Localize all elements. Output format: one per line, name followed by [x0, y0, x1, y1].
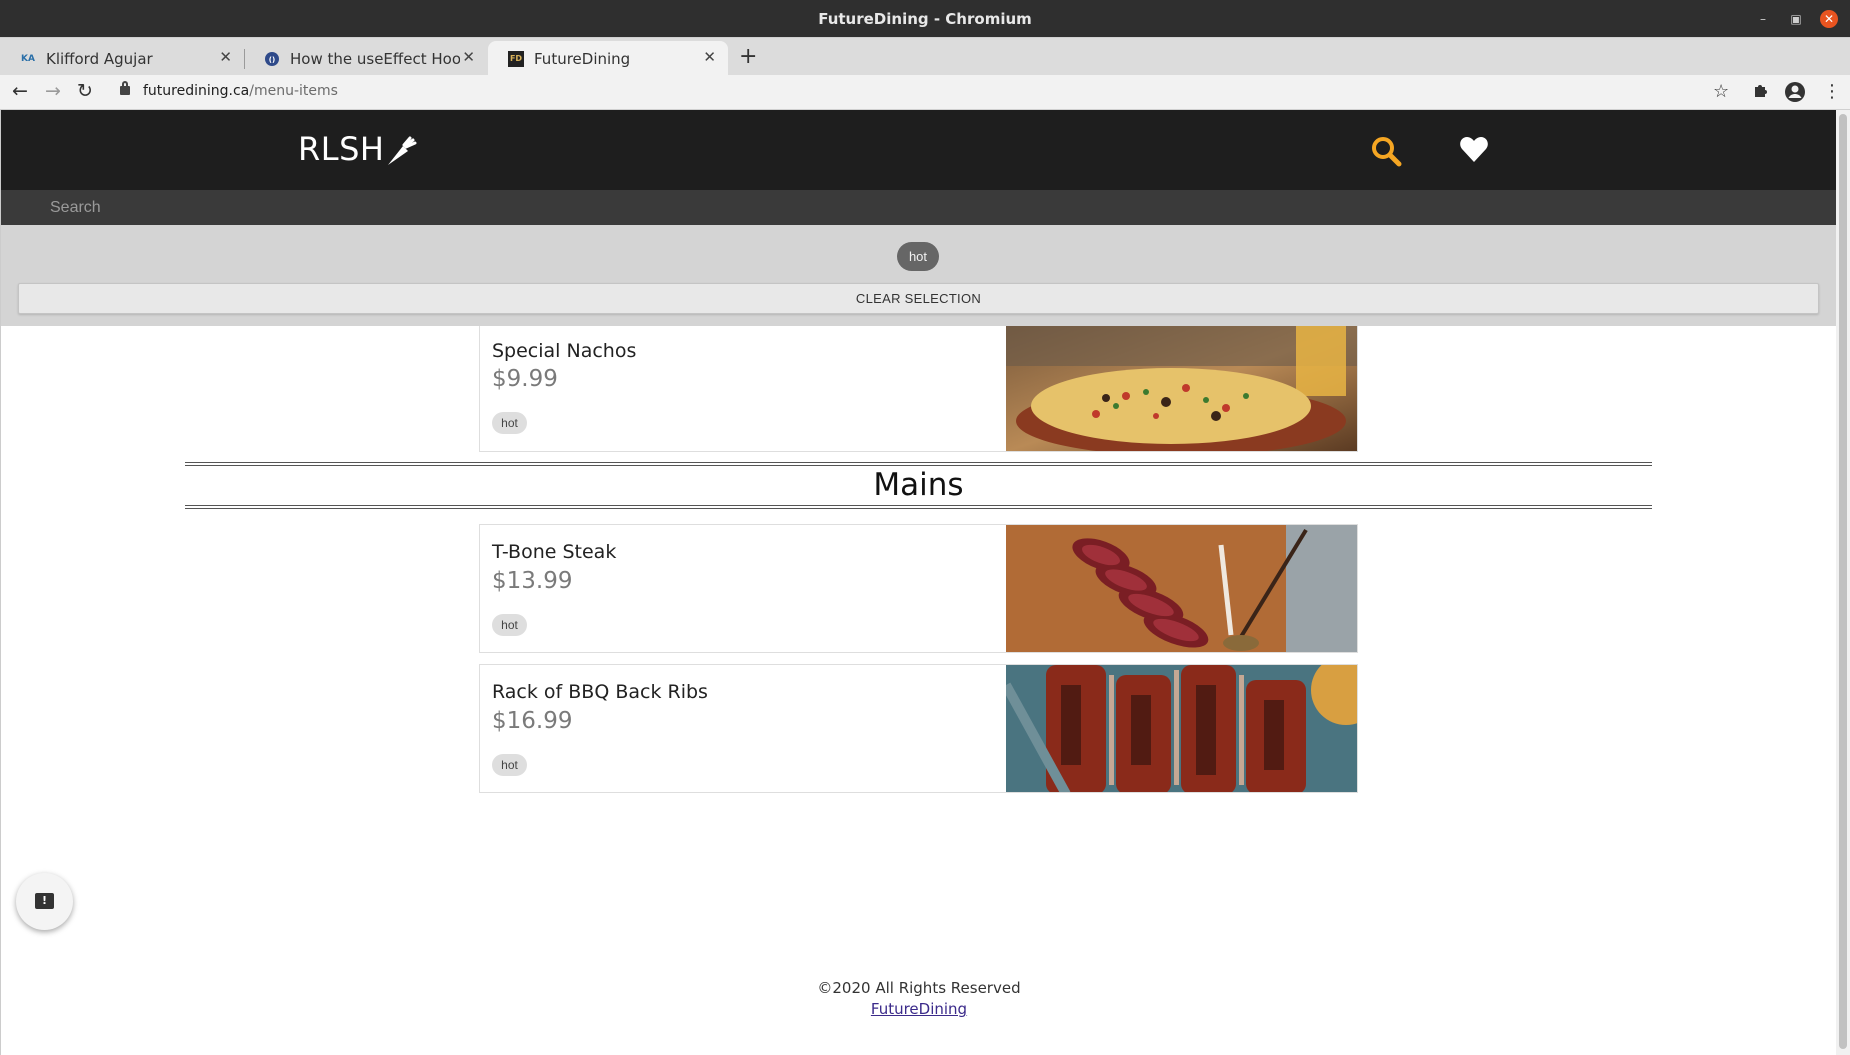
- menu-item-price: $16.99: [492, 708, 573, 734]
- tab-bar: KA Klifford Agujar ✕ () How the useEffec…: [0, 37, 1850, 76]
- menu-item-name: Rack of BBQ Back Ribs: [492, 681, 708, 703]
- bookmark-star-icon[interactable]: ☆: [1713, 81, 1729, 102]
- menu-kebab-icon[interactable]: ⋮: [1823, 81, 1841, 102]
- filter-chip-hot[interactable]: hot: [897, 242, 939, 271]
- site-header: RLSH: [1, 110, 1836, 190]
- search-input[interactable]: [37, 190, 1797, 225]
- footer: ©2020 All Rights Reserved FutureDining: [1, 979, 1836, 1018]
- search-icon[interactable]: [1370, 135, 1402, 167]
- ribs-photo: [1006, 665, 1357, 792]
- tab-label: How the useEffect Hook W: [290, 49, 460, 68]
- back-icon[interactable]: ←: [12, 80, 28, 102]
- freecodecamp-favicon-icon: (): [264, 51, 280, 67]
- search-bar: [1, 190, 1836, 225]
- feedback-button[interactable]: !: [16, 873, 73, 930]
- menu-item-price: $9.99: [492, 366, 558, 392]
- close-tab-icon[interactable]: ✕: [219, 48, 232, 66]
- close-window-icon[interactable]: ✕: [1820, 10, 1838, 28]
- menu-item-price: $13.99: [492, 568, 573, 594]
- minimize-icon[interactable]: –: [1754, 10, 1772, 28]
- scrollbar-thumb[interactable]: [1839, 114, 1847, 1049]
- url-path: /menu-items: [249, 83, 338, 99]
- address-bar: ← → ↻ futuredining.ca/menu-items ☆ ⋮: [0, 75, 1850, 110]
- footer-copyright: ©2020 All Rights Reserved: [817, 979, 1021, 997]
- extensions-icon[interactable]: [1752, 81, 1770, 104]
- menu-item-card[interactable]: Rack of BBQ Back Ribs $16.99 hot: [479, 664, 1358, 793]
- ka-favicon-icon: KA: [21, 53, 35, 64]
- heart-icon[interactable]: [1459, 135, 1489, 163]
- tab-label: FutureDining: [534, 49, 631, 68]
- close-tab-icon[interactable]: ✕: [462, 48, 475, 66]
- page-scrollbar[interactable]: [1836, 110, 1850, 1055]
- section-heading-mains: Mains: [185, 462, 1652, 509]
- brand-logo[interactable]: RLSH: [298, 130, 384, 168]
- new-tab-icon[interactable]: +: [739, 44, 757, 69]
- svg-text:(): (): [269, 56, 275, 64]
- fd-favicon-icon: FD: [508, 50, 524, 67]
- tab-label: Klifford Agujar: [46, 49, 153, 68]
- menu-item-name: Special Nachos: [492, 340, 637, 362]
- forward-icon[interactable]: →: [45, 80, 61, 102]
- menu-item-tag[interactable]: hot: [492, 754, 527, 776]
- window-titlebar: FutureDining - Chromium – ▣ ✕: [0, 0, 1850, 37]
- nachos-photo: [1006, 326, 1357, 451]
- url-host: futuredining.ca: [143, 83, 250, 99]
- tab-useeffect[interactable]: () How the useEffect Hook W ✕: [244, 41, 487, 76]
- feedback-icon: !: [35, 893, 54, 909]
- maximize-icon[interactable]: ▣: [1787, 10, 1805, 28]
- tab-futuredining[interactable]: FD FutureDining ✕: [488, 41, 728, 76]
- url-field[interactable]: futuredining.ca/menu-items: [143, 83, 338, 99]
- menu-item-card[interactable]: Special Nachos $9.99 hot: [479, 326, 1358, 452]
- menu-item-card[interactable]: T-Bone Steak $13.99 hot: [479, 524, 1358, 653]
- lock-icon[interactable]: [120, 81, 130, 95]
- filter-bar: hot CLEAR SELECTION: [1, 225, 1836, 326]
- steak-photo: [1006, 525, 1357, 652]
- footer-link[interactable]: FutureDining: [1, 1000, 1836, 1018]
- clear-selection-button[interactable]: CLEAR SELECTION: [18, 283, 1819, 314]
- menu-item-name: T-Bone Steak: [492, 541, 617, 563]
- close-tab-icon[interactable]: ✕: [703, 48, 716, 66]
- window-title: FutureDining - Chromium: [818, 10, 1032, 28]
- page-viewport: RLSH hot CLEAR SELECTION Special Nachos …: [0, 110, 1836, 1055]
- tab-klifford[interactable]: KA Klifford Agujar ✕: [0, 41, 244, 76]
- reload-icon[interactable]: ↻: [77, 80, 93, 102]
- carrot-icon: [388, 136, 417, 165]
- menu-item-tag[interactable]: hot: [492, 412, 527, 434]
- profile-icon[interactable]: [1784, 81, 1806, 108]
- menu-item-tag[interactable]: hot: [492, 614, 527, 636]
